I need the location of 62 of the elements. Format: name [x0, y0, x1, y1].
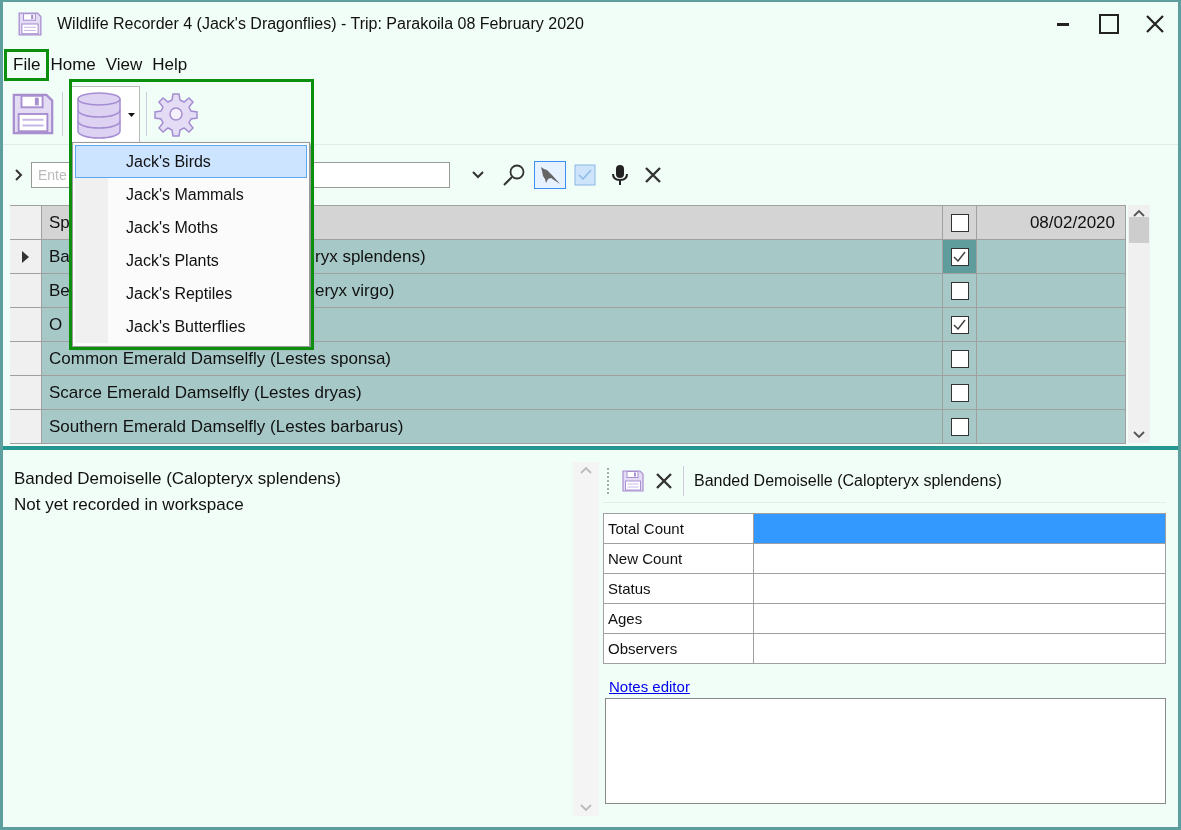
- menu-item[interactable]: Help: [147, 53, 193, 77]
- species-name: eryx virgo): [315, 281, 395, 301]
- close-icon[interactable]: [1145, 14, 1165, 34]
- menu-item[interactable]: Jack's Plants: [75, 244, 307, 277]
- details-text: Not yet recorded in workspace: [14, 494, 245, 516]
- row-checkbox[interactable]: [950, 417, 969, 436]
- menu-item[interactable]: Jack's Reptiles: [75, 277, 307, 310]
- property-value-field[interactable]: [754, 604, 1166, 634]
- save-icon[interactable]: [621, 469, 645, 493]
- window-title: Wildlife Recorder 4 (Jack's Dragonflies) - Trip: Parakoila 08 February 2020: [57, 15, 585, 33]
- row-checkbox[interactable]: [950, 383, 969, 402]
- search-icon[interactable]: [502, 163, 526, 187]
- scrollbar[interactable]: [1128, 205, 1150, 443]
- save-icon[interactable]: [10, 91, 56, 137]
- species-name: Common Emerald Damselfly (Lestes sponsa): [49, 348, 391, 369]
- property-value-field[interactable]: [754, 514, 1166, 544]
- row-checkbox[interactable]: [950, 315, 969, 334]
- app-icon[interactable]: [17, 11, 43, 37]
- species-name: ryx splendens): [315, 247, 426, 267]
- property-label: Total Count: [604, 514, 754, 544]
- menu-item[interactable]: View: [100, 53, 148, 77]
- scroll-thumb[interactable]: [1129, 217, 1149, 243]
- property-value-field[interactable]: [754, 544, 1166, 574]
- current-row-icon: [22, 250, 29, 263]
- property-value-field[interactable]: [754, 574, 1166, 604]
- row-checkbox[interactable]: [950, 247, 969, 266]
- chevron-icon[interactable]: [15, 169, 23, 181]
- scroll-up-icon[interactable]: [1133, 209, 1145, 217]
- menu-item[interactable]: Jack's Butterflies: [75, 310, 307, 343]
- menu-item[interactable]: Jack's Birds: [75, 145, 307, 178]
- species-name: Be: [49, 280, 70, 301]
- bird-filter-button[interactable]: [534, 161, 566, 189]
- database-button[interactable]: [69, 85, 140, 143]
- microphone-icon[interactable]: [612, 164, 628, 186]
- scroll-down-icon[interactable]: [1133, 431, 1145, 439]
- column-header[interactable]: 08/02/2020: [977, 206, 1126, 240]
- species-name: Scarce Emerald Damselfly (Lestes dryas): [49, 382, 362, 403]
- property-label: Status: [604, 574, 754, 604]
- notes-field[interactable]: [605, 698, 1166, 804]
- notes-editor-link[interactable]: Notes editor: [609, 678, 690, 695]
- maximize-icon[interactable]: [1099, 14, 1119, 34]
- checkbox-icon[interactable]: [574, 164, 596, 186]
- species-name: Southern Emerald Damselfly (Lestes barbarus): [49, 416, 404, 437]
- row-header[interactable]: [10, 240, 42, 274]
- row-checkbox[interactable]: [950, 281, 969, 300]
- record-title: Banded Demoiselle (Calopteryx splendens): [694, 472, 1002, 490]
- dropdown-icon[interactable]: [472, 171, 484, 179]
- property-label: Observers: [604, 634, 754, 664]
- caret-icon: [128, 112, 135, 117]
- gear-icon[interactable]: [153, 91, 199, 137]
- header-checkbox[interactable]: [950, 213, 969, 232]
- property-value-field[interactable]: [754, 634, 1166, 664]
- menu-item[interactable]: Home: [45, 53, 101, 77]
- property-label: Ages: [604, 604, 754, 634]
- minimize-icon[interactable]: [1057, 22, 1069, 26]
- species-name: Ba: [49, 246, 70, 267]
- details-text: Banded Demoiselle (Calopteryx splendens): [14, 468, 342, 490]
- close-icon[interactable]: [655, 472, 673, 490]
- clear-icon[interactable]: [644, 166, 662, 184]
- row-checkbox[interactable]: [950, 349, 969, 368]
- species-name: O: [49, 314, 63, 335]
- property-label: New Count: [604, 544, 754, 574]
